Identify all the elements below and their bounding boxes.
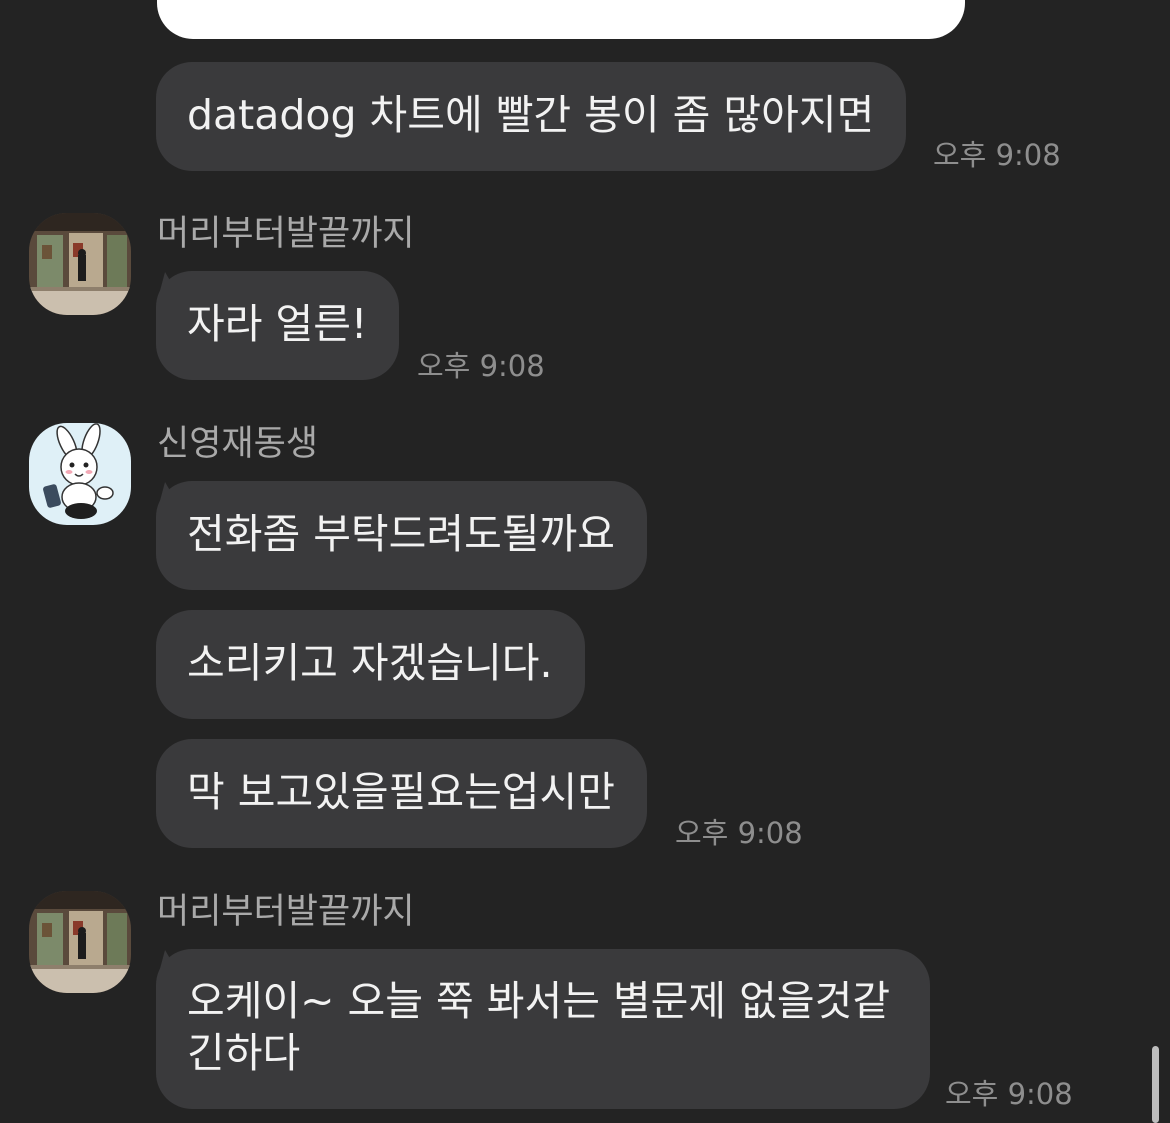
scrollbar-thumb[interactable] <box>1152 1046 1159 1123</box>
message-bubble[interactable]: 소리키고 자겠습니다. <box>156 610 585 719</box>
message-bubble[interactable]: 막 보고있을필요는업시만 <box>156 739 647 848</box>
message-text: 자라 얼른! <box>187 300 368 348</box>
gallery-photo-icon <box>29 891 131 993</box>
message-bubble-partial[interactable] <box>157 0 965 39</box>
message-text: 소리키고 자겠습니다. <box>187 639 553 687</box>
message-bubble[interactable]: 자라 얼른! <box>156 271 400 380</box>
message-bubble[interactable]: 오케이~ 오늘 쭉 봐서는 별문제 없을것같 긴하다 <box>156 949 930 1109</box>
message-text-line: 긴하다 <box>187 1029 301 1077</box>
message-timestamp: 오후 9:08 <box>417 349 545 383</box>
avatar-gallery-icon[interactable] <box>29 891 131 993</box>
message-text: 전화좀 부탁드려도될까요 <box>187 510 615 558</box>
message-text-line: 오케이~ 오늘 쭉 봐서는 별문제 없을것같 <box>187 977 891 1025</box>
message-bubble[interactable]: datadog 차트에 빨간 봉이 좀 많아지면 <box>156 62 907 171</box>
rabbit-cartoon-icon <box>29 423 131 525</box>
message-timestamp: 오후 9:08 <box>933 138 1061 172</box>
avatar-gallery-icon[interactable] <box>29 213 131 315</box>
sender-name: 신영재동생 <box>157 424 319 464</box>
sender-name: 머리부터발끝까지 <box>157 214 415 254</box>
avatar-rabbit-icon[interactable] <box>29 423 131 525</box>
message-text: datadog 차트에 빨간 봉이 좀 많아지면 <box>187 91 875 139</box>
gallery-photo-icon <box>29 213 131 315</box>
sender-name: 머리부터발끝까지 <box>157 892 415 932</box>
message-bubble[interactable]: 전화좀 부탁드려도될까요 <box>156 481 647 590</box>
message-timestamp: 오후 9:08 <box>945 1077 1073 1111</box>
message-timestamp: 오후 9:08 <box>675 816 803 850</box>
message-text: 막 보고있을필요는업시만 <box>187 768 615 816</box>
chat-message-list[interactable]: datadog 차트에 빨간 봉이 좀 많아지면 오후 9:08 머리부터발끝까… <box>0 0 1170 1123</box>
